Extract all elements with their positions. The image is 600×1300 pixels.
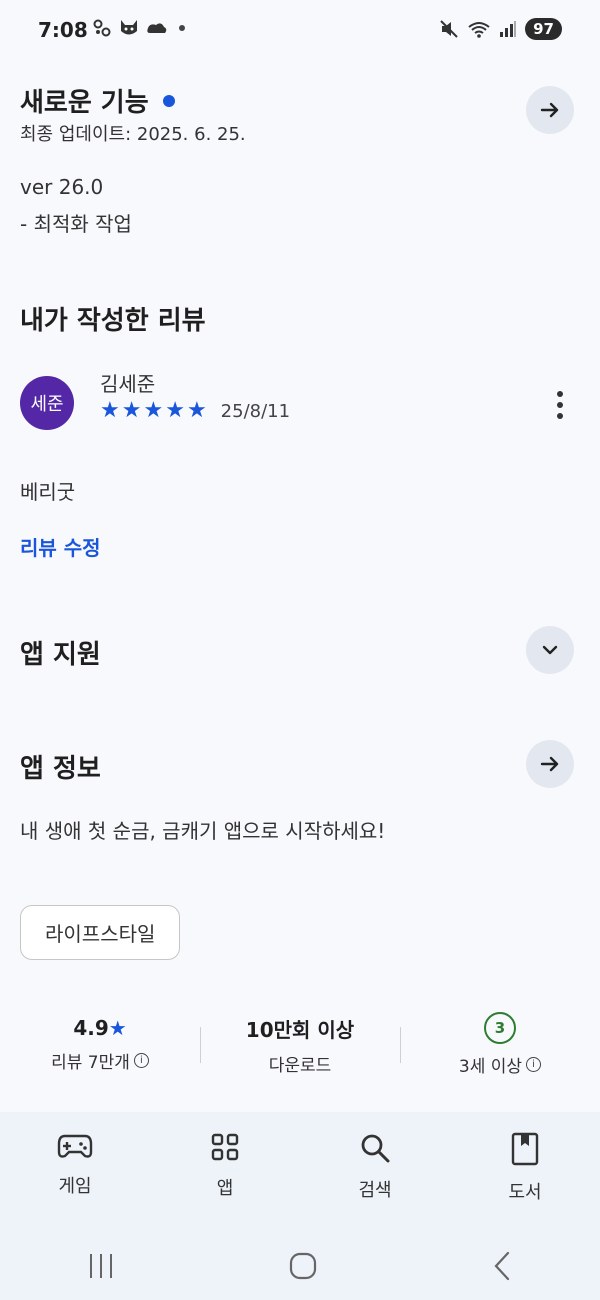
star-icon: ★: [121, 398, 142, 423]
gamepad-icon: [57, 1134, 93, 1158]
more-vert-icon: [557, 391, 563, 419]
nav-item-games[interactable]: 게임: [15, 1112, 135, 1198]
link-icon: [93, 19, 111, 37]
arrow-right-icon: [540, 756, 559, 772]
apps-grid-icon: [211, 1133, 239, 1161]
category-chip[interactable]: 라이프스타일: [20, 905, 181, 960]
review-date: 25/8/11: [220, 400, 291, 422]
cat-icon: [121, 20, 137, 35]
info-icon: i: [526, 1057, 542, 1072]
app-support-title[interactable]: 앱 지원: [20, 634, 101, 671]
avatar: 세준: [20, 376, 74, 430]
divider: [199, 1026, 201, 1063]
review-meta: ★ ★ ★ ★ ★ 25/8/11: [100, 400, 290, 422]
nav-item-books[interactable]: 도서: [465, 1112, 585, 1204]
downloads-value: 10만회 이상: [245, 1017, 355, 1042]
stats-row: 4.9★ 리뷰 7만개 i 10만회 이상 다운로드 3 3세 이상 i: [20, 1012, 580, 1077]
version-text: ver 26.0: [20, 175, 104, 199]
edit-review-link[interactable]: 리뷰 수정: [20, 532, 101, 561]
back-icon[interactable]: [490, 1251, 514, 1281]
whats-new-header[interactable]: 새로운 기능: [20, 82, 175, 119]
nav-label-search: 검색: [358, 1180, 392, 1201]
age-rating-badge-icon: 3: [484, 1012, 516, 1044]
downloads-label: 다운로드: [268, 1055, 332, 1076]
system-nav-bar: [0, 1232, 600, 1300]
star-rating: ★ ★ ★ ★ ★: [100, 400, 207, 422]
age-rating-stat[interactable]: 3 3세 이상 i: [420, 1012, 580, 1077]
dot-icon: [179, 25, 185, 31]
divider: [399, 1026, 401, 1063]
status-time: 7:08: [38, 18, 88, 42]
last-updated: 최종 업데이트: 2025. 6. 25.: [20, 124, 246, 145]
app-description: 내 생애 첫 순금, 금캐기 앱으로 시작하세요!: [20, 819, 386, 843]
chevron-down-icon: [542, 645, 558, 655]
info-icon: i: [133, 1053, 149, 1068]
app-info-arrow-button[interactable]: [526, 740, 574, 788]
nav-item-apps[interactable]: 앱: [165, 1112, 285, 1200]
review-author: 김세준: [100, 372, 156, 396]
rating-value-row: 4.9★: [73, 1016, 126, 1040]
reviews-count-row: 리뷰 7만개 i: [51, 1048, 149, 1073]
reviews-count: 리뷰 7만개: [51, 1053, 130, 1073]
cloud-icon: [147, 23, 167, 33]
nav-label-books: 도서: [508, 1182, 542, 1203]
bottom-nav: 게임 앱 검색 도서: [0, 1112, 600, 1232]
star-icon: ★: [108, 1016, 127, 1040]
star-icon: ★: [100, 398, 120, 423]
rating-stat[interactable]: 4.9★ 리뷰 7만개 i: [20, 1016, 180, 1073]
whats-new-title: 새로운 기능: [20, 88, 149, 118]
age-label: 3세 이상: [458, 1057, 523, 1077]
nav-label-games: 게임: [58, 1176, 92, 1197]
app-info-title[interactable]: 앱 정보: [20, 748, 101, 785]
app-support-expand-button[interactable]: [526, 626, 574, 674]
review-text: 베리굿: [20, 480, 76, 504]
status-icons-right: 97: [439, 18, 562, 40]
version-note: - 최적화 작업: [20, 212, 132, 236]
mute-icon: [440, 20, 458, 38]
book-icon: [511, 1132, 539, 1166]
star-icon: ★: [143, 398, 164, 423]
status-icons-left: [92, 18, 190, 38]
battery-indicator: 97: [525, 18, 562, 40]
star-icon: ★: [165, 398, 185, 423]
review-more-button[interactable]: [545, 388, 575, 422]
star-icon: ★: [186, 398, 207, 423]
search-icon: [361, 1134, 390, 1163]
wifi-icon: [468, 22, 490, 38]
recent-apps-icon[interactable]: [86, 1252, 116, 1280]
age-label-row: 3세 이상 i: [458, 1052, 542, 1077]
whats-new-arrow-button[interactable]: [526, 86, 574, 134]
nav-item-search[interactable]: 검색: [315, 1112, 435, 1202]
downloads-stat: 10만회 이상 다운로드: [220, 1014, 380, 1076]
arrow-right-icon: [540, 102, 559, 118]
signal-icon: [500, 21, 517, 37]
my-review-title: 내가 작성한 리뷰: [20, 306, 206, 336]
rating-value: 4.9: [73, 1016, 109, 1040]
home-icon[interactable]: [288, 1251, 318, 1281]
nav-label-apps: 앱: [216, 1178, 234, 1199]
new-dot-indicator: [162, 94, 175, 107]
